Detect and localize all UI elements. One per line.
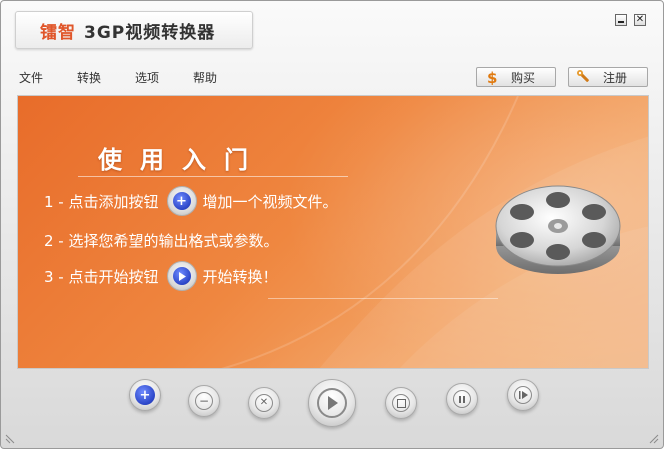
play-icon [317,388,347,418]
menu-bar: 文件 转换 选项 帮助 [19,69,251,86]
film-reel-icon [495,185,621,274]
step-1-prefix: 1 - 点击添加按钮 [44,192,159,211]
menu-options[interactable]: 选项 [135,69,193,86]
app-window: 镭智 3GP视频转换器 ✕ 文件 转换 选项 帮助 $ 购买 注册 使用入门 1… [0,0,664,449]
register-label: 注册 [603,70,628,85]
resize-grip-icon[interactable] [647,432,659,444]
step-3-prefix: 3 - 点击开始按钮 [44,267,159,286]
minus-icon: − [195,392,213,410]
step-1-suffix: 增加一个视频文件。 [202,192,338,211]
step-3: 3 - 点击开始按钮 开始转换！ [44,261,278,291]
clear-icon: ✕ [255,394,273,412]
next-button[interactable] [507,379,539,411]
resize-grip-left-icon[interactable] [5,432,17,444]
bottom-divider [268,298,498,299]
guide-title: 使用入门 [98,145,266,174]
title-divider [78,176,348,177]
add-button[interactable]: + [129,379,161,411]
step-3-suffix: 开始转换！ [202,267,278,286]
brand-name: 镭智 [40,22,76,43]
stop-button[interactable] [385,387,417,419]
next-icon [514,386,532,404]
getting-started-panel: 使用入门 1 - 点击添加按钮 + 增加一个视频文件。 2 - 选择您希望的输出… [17,95,649,369]
add-icon: + [166,186,197,216]
step-1: 1 - 点击添加按钮 + 增加一个视频文件。 [44,186,338,216]
minimize-icon [618,21,624,23]
menu-convert[interactable]: 转换 [77,69,135,86]
play-button[interactable] [308,379,356,427]
close-icon: ✕ [635,14,645,25]
menu-file[interactable]: 文件 [19,69,77,86]
step-2: 2 - 选择您希望的输出格式或参数。 [44,230,279,251]
clear-button[interactable]: ✕ [248,387,280,419]
stop-icon [392,394,410,412]
buy-button[interactable]: $ 购买 [476,67,556,87]
control-bar: + − ✕ [1,373,663,448]
remove-button[interactable]: − [188,385,220,417]
minimize-button[interactable] [615,14,627,26]
pause-icon [453,390,471,408]
dollar-icon: $ [483,69,501,85]
buy-label: 购买 [511,70,536,85]
close-button[interactable]: ✕ [634,14,646,26]
title-plate: 镭智 3GP视频转换器 [15,11,253,49]
step-2-text: 2 - 选择您希望的输出格式或参数。 [44,232,279,250]
play-icon [166,261,197,291]
add-icon: + [135,385,155,405]
register-button[interactable]: 注册 [568,67,648,87]
pause-button[interactable] [446,383,478,415]
svg-text:$: $ [487,69,497,85]
wrench-icon [575,69,593,85]
app-title: 3GP视频转换器 [84,22,216,43]
menu-help[interactable]: 帮助 [193,69,251,86]
